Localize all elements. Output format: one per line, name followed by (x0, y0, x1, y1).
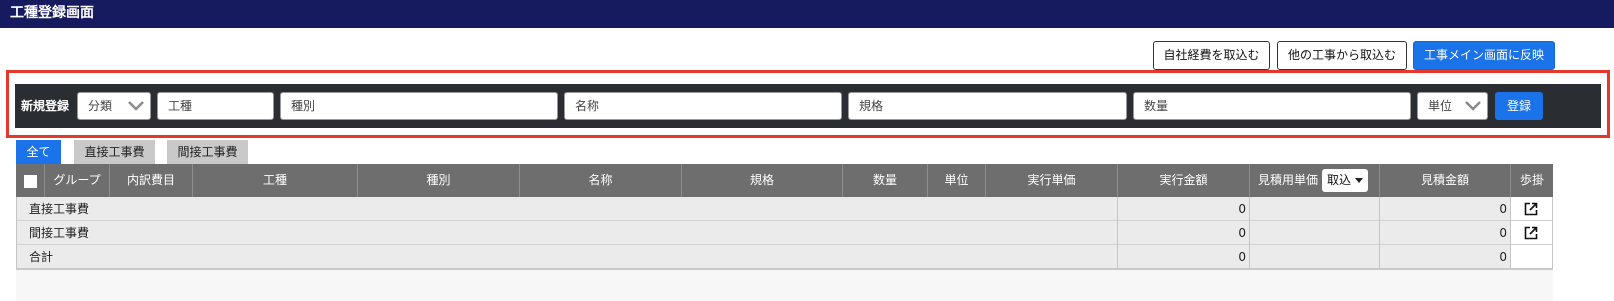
header-exec-unit-price: 実行単価 (986, 164, 1118, 197)
quantity-input[interactable]: 数量 (1133, 92, 1411, 120)
header-rate: 歩掛 (1519, 173, 1544, 187)
estimate-import-select[interactable]: 取込 (1322, 169, 1368, 192)
header-estimate-amount: 見積金額 (1380, 164, 1511, 197)
tab-all[interactable]: 全て (16, 140, 61, 165)
select-all-checkbox[interactable] (24, 175, 37, 188)
category-select-value: 分類 (88, 99, 113, 113)
unit-select-value: 単位 (1428, 99, 1453, 113)
grid-line (16, 197, 17, 269)
row-estimate-amount: 0 (1499, 250, 1507, 264)
header-unit: 単位 (928, 164, 986, 197)
row-exec-amount: 0 (1238, 202, 1246, 216)
unit-select[interactable]: 単位 (1417, 92, 1488, 120)
import-own-expenses-button[interactable]: 自社経費を取込む (1153, 41, 1270, 70)
caret-down-icon (1355, 178, 1363, 183)
new-registration-label: 新規登録 (21, 99, 70, 113)
grid-line (1510, 197, 1511, 269)
table-row (16, 221, 1553, 245)
work-type-input[interactable]: 工種 (157, 92, 274, 120)
register-button[interactable]: 登録 (1495, 92, 1543, 120)
header-group: グループ (45, 164, 110, 197)
tab-direct-cost[interactable]: 直接工事費 (74, 140, 155, 165)
header-breakdown: 内訳費目 (110, 164, 193, 197)
row-label-total: 合計 (29, 250, 54, 264)
grid-line (1552, 197, 1553, 269)
table-row (16, 245, 1553, 269)
external-link-icon[interactable] (1524, 202, 1538, 216)
table-empty-area (16, 268, 1553, 301)
spec-input[interactable]: 規格 (848, 92, 1127, 120)
row-label-direct-cost: 直接工事費 (29, 202, 90, 216)
kind-input[interactable]: 種別 (280, 92, 558, 120)
row-exec-amount: 0 (1238, 250, 1246, 264)
row-exec-amount: 0 (1238, 226, 1246, 240)
name-input[interactable]: 名称 (564, 92, 842, 120)
header-exec-amount: 実行金額 (1118, 164, 1250, 197)
reflect-to-main-button[interactable]: 工事メイン画面に反映 (1413, 41, 1555, 70)
table-row (16, 197, 1553, 221)
external-link-icon[interactable] (1524, 226, 1538, 240)
chevron-down-icon (128, 101, 144, 111)
grid-line (1249, 197, 1250, 269)
chevron-down-icon (1465, 101, 1481, 111)
header-estimate-unit-price-label: 見積用単価 (1258, 173, 1319, 187)
header-name: 名称 (520, 164, 682, 197)
window-title: 工種登録画面 (0, 0, 1614, 28)
header-kind: 種別 (358, 164, 520, 197)
import-from-other-work-button[interactable]: 他の工事から取込む (1277, 41, 1407, 70)
category-select[interactable]: 分類 (77, 92, 151, 120)
row-label-indirect-cost: 間接工事費 (29, 226, 90, 240)
row-estimate-amount: 0 (1499, 226, 1507, 240)
tab-indirect-cost[interactable]: 間接工事費 (167, 140, 248, 165)
estimate-import-label: 取込 (1327, 173, 1352, 187)
rate-cell (1511, 245, 1553, 268)
header-quantity: 数量 (843, 164, 928, 197)
header-spec: 規格 (682, 164, 843, 197)
row-estimate-amount: 0 (1499, 202, 1507, 216)
header-work-type: 工種 (193, 164, 358, 197)
